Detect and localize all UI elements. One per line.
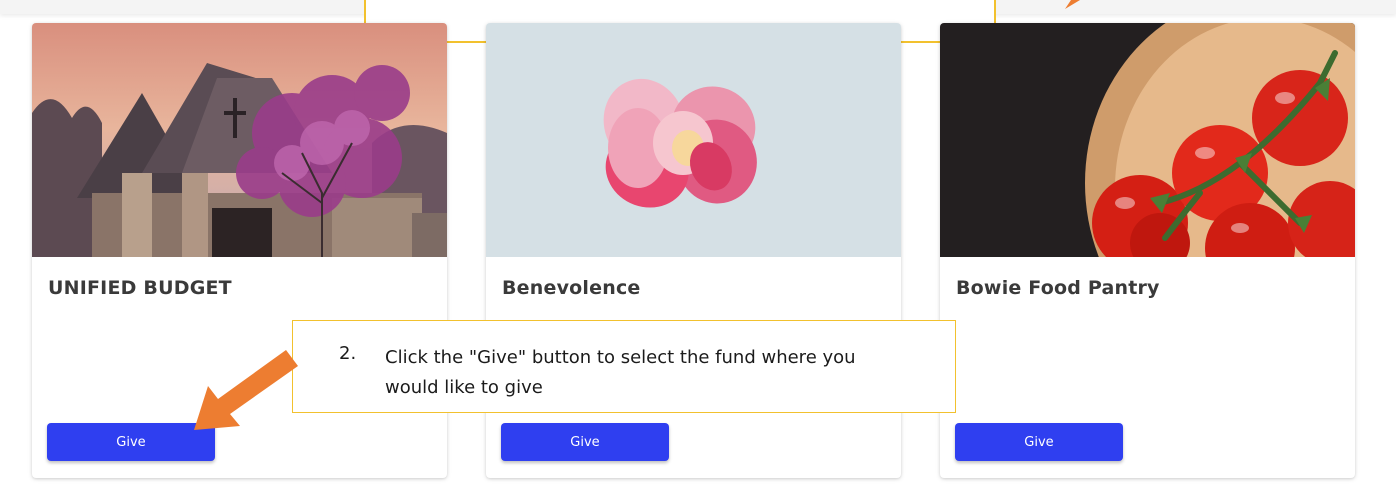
callout-text: Click the "Give" button to select the fu… (385, 347, 856, 398)
give-button-bowie-food-pantry[interactable]: Give (955, 423, 1123, 461)
arrow-pointer-icon (194, 350, 298, 430)
fund-title: UNIFIED BUDGET (48, 277, 232, 299)
instruction-callout: 2. Click the "Give" button to select the… (292, 320, 956, 413)
church-photo-icon (32, 23, 447, 257)
callout-step-number: 2. (339, 343, 357, 364)
tomatoes-photo-icon (940, 23, 1355, 257)
give-button-benevolence[interactable]: Give (501, 423, 669, 461)
fund-title: Benevolence (502, 277, 641, 299)
fund-card-bowie-food-pantry: Bowie Food Pantry Give (940, 23, 1355, 478)
fund-title: Bowie Food Pantry (956, 277, 1160, 299)
flower-photo-icon (486, 23, 901, 257)
